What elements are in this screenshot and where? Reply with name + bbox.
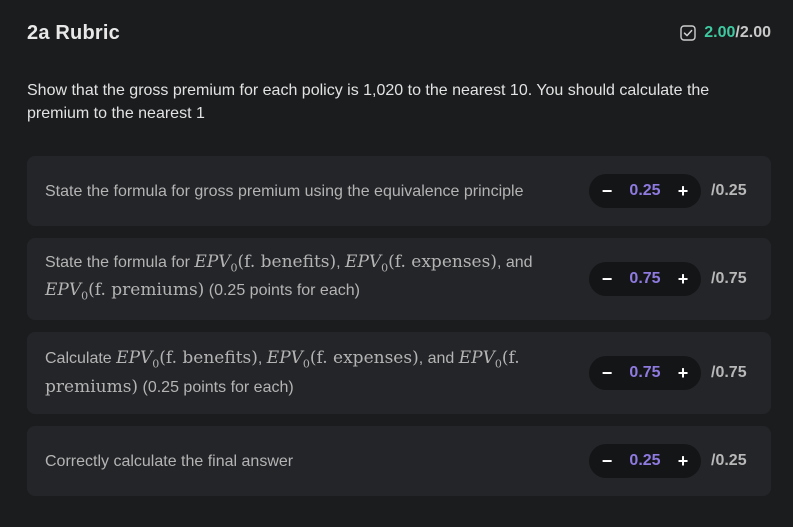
criterion-text-pre: State the formula for xyxy=(45,253,195,271)
increment-button[interactable]: + xyxy=(673,363,693,383)
checkbox-check-icon xyxy=(680,25,696,41)
decrement-button[interactable]: − xyxy=(597,451,617,471)
decrement-button[interactable]: − xyxy=(597,363,617,383)
points-value[interactable]: 0.75 xyxy=(629,364,660,382)
points-stepper: − 0.25 + xyxy=(589,174,701,208)
criterion-item: State the formula for EPV0(f. benefits),… xyxy=(27,238,771,320)
rubric-panel: 2a Rubric 2.00/2.00 Show that the gross … xyxy=(0,0,793,527)
max-points: /0.75 xyxy=(711,270,747,287)
increment-button[interactable]: + xyxy=(673,269,693,289)
points-stepper: − 0.75 + xyxy=(589,262,701,296)
points-value[interactable]: 0.25 xyxy=(629,182,660,200)
criterion-item: Calculate EPV0(f. benefits), EPV0(f. exp… xyxy=(27,332,771,414)
criterion-controls: − 0.75 + /0.75 xyxy=(589,356,753,390)
max-points: /0.25 xyxy=(711,452,747,469)
points-value[interactable]: 0.25 xyxy=(629,452,660,470)
criterion-text-post: (0.25 points for each) xyxy=(204,282,360,299)
math-epv-benefits: EPV0(f. benefits) xyxy=(116,348,258,371)
increment-button[interactable]: + xyxy=(673,181,693,201)
criterion-text-pre: Calculate xyxy=(45,350,117,368)
points-value[interactable]: 0.75 xyxy=(629,270,660,288)
question-prompt: Show that the gross premium for each pol… xyxy=(27,82,710,122)
points-stepper: − 0.25 + xyxy=(589,444,701,478)
criterion-text: State the formula for EPV0(f. benefits),… xyxy=(45,251,533,303)
criterion-text: Correctly calculate the final answer xyxy=(45,452,294,470)
criteria-list: State the formula for gross premium usin… xyxy=(27,156,771,496)
points-stepper: − 0.75 + xyxy=(589,356,701,390)
max-points: /0.75 xyxy=(711,364,747,381)
criterion-item: State the formula for gross premium usin… xyxy=(27,156,771,226)
decrement-button[interactable]: − xyxy=(597,181,617,201)
math-epv-benefits: EPV0(f. benefits) xyxy=(194,251,337,274)
criterion-controls: − 0.75 + /0.75 xyxy=(589,262,753,296)
criterion-controls: − 0.25 + /0.25 xyxy=(589,444,753,478)
increment-button[interactable]: + xyxy=(673,451,693,471)
max-points: /0.25 xyxy=(711,182,747,199)
math-epv-expenses: EPV0(f. expenses) xyxy=(345,251,497,274)
score-earned: 2.00 xyxy=(704,24,736,41)
math-epv-premiums: EPV0(f. premiums) xyxy=(45,280,205,303)
criterion-item: Correctly calculate the final answer − 0… xyxy=(27,426,771,496)
score-total: /2.00 xyxy=(735,24,771,41)
rubric-header: 2a Rubric 2.00/2.00 xyxy=(27,20,771,46)
criterion-controls: − 0.25 + /0.25 xyxy=(589,174,753,208)
criterion-text: Calculate EPV0(f. benefits), EPV0(f. exp… xyxy=(45,348,520,397)
criterion-text: State the formula for gross premium usin… xyxy=(45,182,524,200)
rubric-title: 2a Rubric xyxy=(27,21,120,44)
decrement-button[interactable]: − xyxy=(597,269,617,289)
total-score: 2.00/2.00 xyxy=(680,24,771,42)
criterion-text-post: (0.25 points for each) xyxy=(138,378,294,396)
math-epv-expenses: EPV0(f. expenses) xyxy=(266,348,419,371)
